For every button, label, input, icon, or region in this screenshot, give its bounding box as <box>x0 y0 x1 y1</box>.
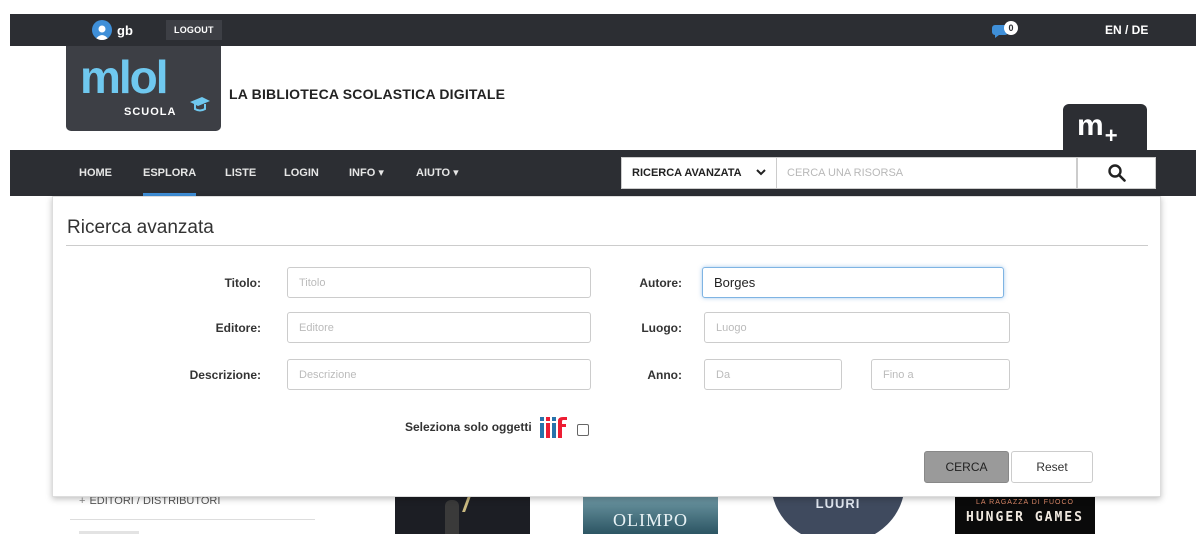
book-cover[interactable]: LA RAGAZZA DI FUOCO HUNGER GAMES <box>955 496 1095 534</box>
user-menu[interactable]: gb <box>92 20 133 40</box>
anno-to-field[interactable] <box>871 359 1010 390</box>
logo-wordmark: mlol <box>80 51 169 103</box>
luogo-label: Luogo: <box>641 321 682 335</box>
mlol-plus-letter: m <box>1077 109 1104 142</box>
logout-button[interactable]: LOGOUT <box>166 20 222 40</box>
mlol-plus-button[interactable]: m+ <box>1063 104 1147 150</box>
titolo-field[interactable] <box>287 267 591 298</box>
cover-title: OLIMPO <box>612 510 688 530</box>
cover-figure <box>462 496 490 512</box>
cover-title: HUNGER GAMES <box>966 510 1084 525</box>
graduation-cap-icon <box>190 97 210 112</box>
search-input[interactable] <box>777 157 1077 189</box>
advanced-search-panel: Ricerca avanzata Titolo: Autore: Editore… <box>52 196 1161 497</box>
panel-divider <box>66 245 1148 246</box>
nav-aiuto-dropdown[interactable]: AIUTO ▾ <box>416 150 459 196</box>
editore-field[interactable] <box>287 312 591 343</box>
language-switch[interactable]: EN / DE <box>1105 23 1148 37</box>
cover-series: LA RAGAZZA DI FUOCO <box>976 499 1074 506</box>
top-bar: gb LOGOUT 0 EN / DE <box>10 14 1196 46</box>
username: gb <box>117 22 133 38</box>
search-scope-label: RICERCA AVANZATA <box>632 167 742 179</box>
book-cover[interactable]: OLIMPO <box>583 496 718 534</box>
anno-from-field[interactable] <box>704 359 842 390</box>
logo-subtitle: SCUOLA <box>124 106 177 118</box>
book-cover[interactable] <box>395 496 530 534</box>
anno-label: Anno: <box>647 368 682 382</box>
autore-label: Autore: <box>639 276 682 290</box>
nav-liste[interactable]: LISTE <box>225 150 256 196</box>
cover-title: LUURI <box>815 496 861 511</box>
cerca-button[interactable]: CERCA <box>924 451 1009 483</box>
iiif-filter: Seleziona solo oggetti <box>405 416 589 438</box>
iiif-checkbox[interactable] <box>576 424 589 436</box>
notification-count-badge: 0 <box>1004 21 1018 35</box>
editore-label: Editore: <box>215 321 261 335</box>
notifications-button[interactable]: 0 <box>992 21 1022 39</box>
reset-button[interactable]: Reset <box>1011 451 1093 483</box>
search-button[interactable] <box>1077 157 1156 189</box>
mlol-scuola-logo[interactable]: mlol SCUOLA <box>66 46 221 131</box>
main-navigation: HOME ESPLORA LISTE LOGIN INFO ▾ AIUTO ▾ … <box>10 150 1196 196</box>
search-scope-dropdown[interactable]: RICERCA AVANZATA <box>621 157 777 189</box>
mlol-plus-sign: + <box>1104 123 1118 148</box>
iiif-logo-icon <box>539 416 569 438</box>
panel-title: Ricerca avanzata <box>67 217 214 238</box>
nav-info-dropdown[interactable]: INFO ▾ <box>349 150 384 196</box>
search-icon <box>1107 164 1126 182</box>
nav-esplora[interactable]: ESPLORA <box>143 150 197 196</box>
titolo-label: Titolo: <box>224 276 261 290</box>
descrizione-label: Descrizione: <box>189 368 261 382</box>
site-tagline: LA BIBLIOTECA SCOLASTICA DIGITALE <box>229 86 506 102</box>
nav-login[interactable]: LOGIN <box>284 150 319 196</box>
user-avatar-icon <box>92 20 112 40</box>
nav-home[interactable]: HOME <box>79 150 112 196</box>
luogo-field[interactable] <box>704 312 1010 343</box>
cover-figure <box>445 500 459 534</box>
book-cover[interactable]: LUURI <box>763 496 913 534</box>
iiif-filter-label: Seleziona solo oggetti <box>405 420 532 434</box>
chevron-down-icon <box>756 158 766 200</box>
sidebar-divider <box>70 519 315 520</box>
descrizione-field[interactable] <box>287 359 591 390</box>
autore-field[interactable] <box>702 267 1004 298</box>
